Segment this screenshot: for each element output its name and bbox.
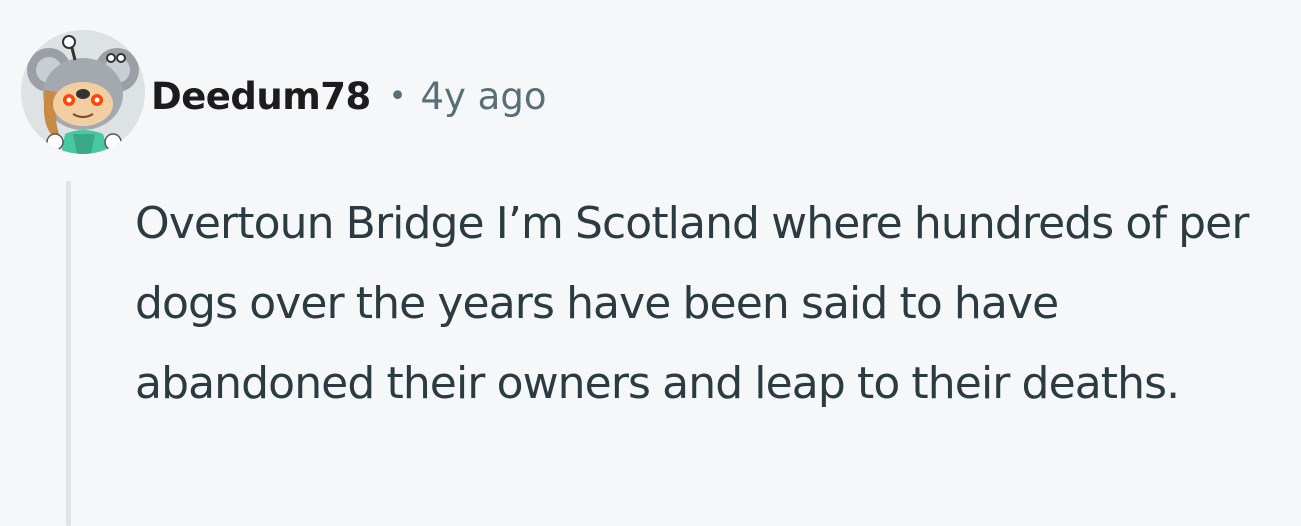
author-username[interactable]: Deedum78 <box>151 75 371 118</box>
user-avatar[interactable] <box>21 30 145 154</box>
thread-line[interactable] <box>66 181 71 526</box>
meta-separator: • <box>388 78 407 114</box>
comment-body: Overtoun Bridge I’m Scotland where hundr… <box>135 198 1249 409</box>
comment-timestamp[interactable]: 4y ago <box>420 75 546 118</box>
koala-avatar-icon <box>21 30 145 154</box>
comment-meta: Deedum78 • 4y ago <box>151 68 546 124</box>
comment: Deedum78 • 4y ago Overtoun Bridge I’m Sc… <box>0 0 1301 526</box>
